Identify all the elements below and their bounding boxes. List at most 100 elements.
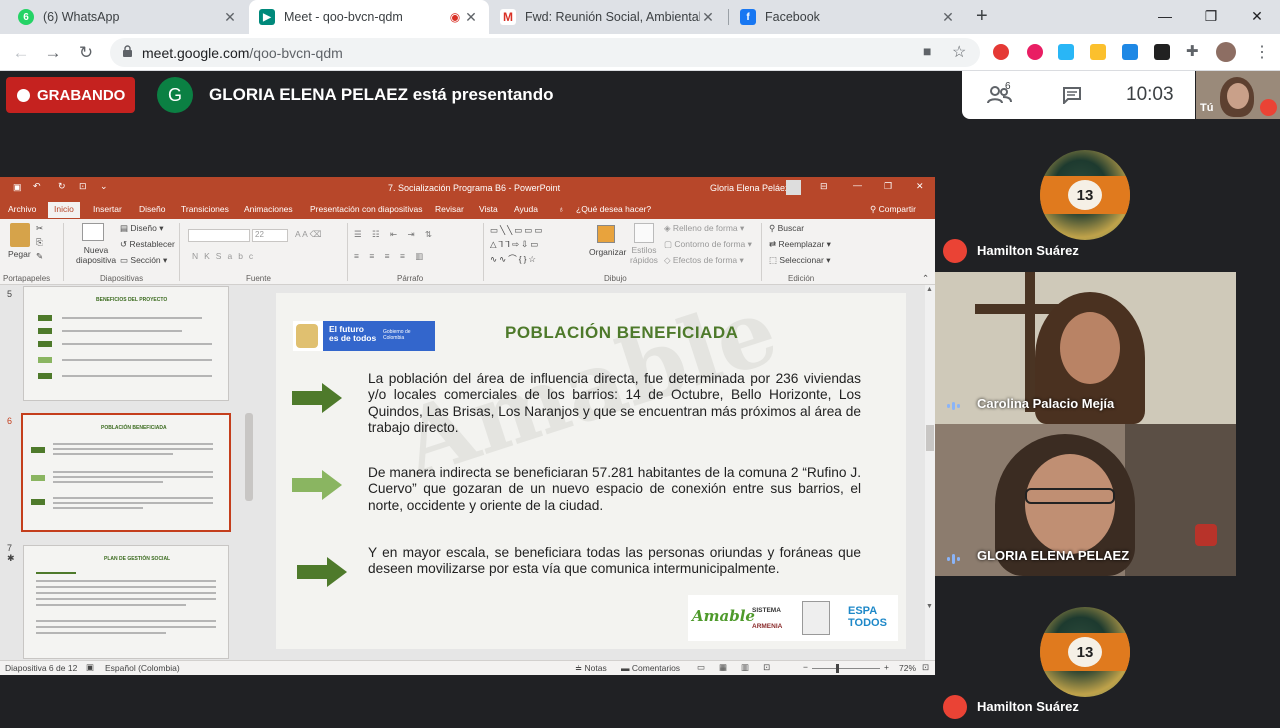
shapes-gallery-row3[interactable]: ∿∿⌒{}☆ — [490, 253, 538, 265]
participant-tile-4[interactable]: 13 Hamilton Suárez — [935, 576, 1236, 728]
copy-icon[interactable]: ⎘ — [36, 237, 43, 248]
camera-icon[interactable]: ■ — [923, 43, 931, 59]
undo-icon[interactable]: ↶ — [33, 181, 41, 192]
ribbon-tab-ayuda[interactable]: Ayuda — [514, 204, 538, 214]
customize-quick-access-icon[interactable]: ⌄ — [100, 181, 108, 192]
view-buttons[interactable]: ▭▦▥⊡ — [697, 662, 784, 673]
new-slide-button[interactable]: Nueva diapositiva — [76, 245, 116, 265]
scrollbar-thumb[interactable] — [926, 425, 934, 451]
section-button[interactable]: ▭ Sección ▾ — [120, 255, 167, 266]
close-icon[interactable]: ✕ — [463, 9, 479, 26]
reload-button[interactable]: ↻ — [73, 40, 99, 66]
arrange-icon[interactable] — [597, 225, 615, 243]
redo-icon[interactable]: ↻ — [58, 181, 66, 192]
self-video-tile[interactable]: Tú — [1196, 71, 1280, 119]
tell-me-box[interactable]: ¿Qué desea hacer? — [576, 204, 651, 214]
quick-styles-icon[interactable] — [634, 223, 654, 243]
thumbnails-scrollbar[interactable] — [243, 285, 257, 660]
share-button[interactable]: ⚲ Compartir — [870, 204, 916, 215]
font-style-buttons[interactable]: NKSabc — [192, 251, 259, 261]
minimize-button[interactable]: — — [1142, 0, 1188, 32]
comments-button[interactable]: ▬ Comentarios — [621, 663, 680, 673]
scroll-up-icon[interactable]: ▲ — [926, 286, 933, 293]
restore-button[interactable]: ❐ — [1188, 0, 1234, 32]
user-avatar-icon[interactable] — [786, 180, 801, 195]
zoom-in-icon[interactable]: + — [884, 662, 889, 672]
new-slide-icon[interactable] — [82, 223, 104, 241]
slide-paragraph-3[interactable]: Y en mayor escala, se beneficiara todas … — [368, 545, 861, 578]
shape-fill-button[interactable]: ◈ Relleno de forma ▾ — [664, 223, 744, 234]
slide-thumbnail-6[interactable]: POBLACIÓN BENEFICIADA — [21, 413, 231, 532]
new-tab-button[interactable]: + — [976, 5, 988, 28]
participant-tile-2[interactable]: Carolina Palacio Mejía — [935, 272, 1236, 424]
collapse-ribbon-icon[interactable]: ⌃ — [922, 273, 929, 284]
close-icon[interactable]: ✕ — [222, 9, 238, 26]
font-name-input[interactable] — [188, 229, 250, 242]
shape-outline-button[interactable]: ▢ Contorno de forma ▾ — [664, 239, 752, 250]
replace-button[interactable]: ⇄ Reemplazar ▾ — [769, 239, 831, 250]
shapes-gallery[interactable]: ▭╲╲▭▭▭ — [490, 225, 544, 236]
zoom-slider-thumb[interactable] — [836, 664, 839, 673]
tab-whatsapp[interactable]: 6 (6) WhatsApp ✕ — [8, 0, 248, 34]
shapes-gallery-row2[interactable]: △⅂⅂⇨⇩▭ — [490, 239, 540, 250]
tab-meet[interactable]: ▶ Meet - qoo-bvcn-qdm ◉ ✕ — [249, 0, 489, 34]
slide-paragraph-2[interactable]: De manera indirecta se beneficiaran 57.2… — [368, 465, 861, 514]
scroll-down-icon[interactable]: ▼ — [926, 603, 933, 610]
forward-button[interactable]: → — [40, 40, 66, 66]
participant-tile-1[interactable]: 13 Hamilton Suárez — [935, 119, 1236, 272]
close-window-button[interactable]: ✕ — [1234, 0, 1280, 32]
extension-icon[interactable] — [1090, 44, 1106, 60]
slide-thumbnail-5[interactable]: BENEFICIOS DEL PROYECTO — [23, 286, 229, 401]
spellcheck-icon[interactable]: ▣ — [86, 662, 94, 673]
tab-facebook[interactable]: f Facebook ✕ — [730, 0, 966, 34]
format-painter-icon[interactable]: ✎ — [36, 251, 43, 262]
alignment-buttons[interactable]: ≡ ≡ ≡ ≡ ▥ — [354, 251, 427, 262]
recording-badge[interactable]: GRABANDO — [6, 77, 135, 113]
find-button[interactable]: ⚲ Buscar — [769, 223, 804, 234]
ribbon-tab-archivo[interactable]: Archivo — [8, 204, 36, 214]
extension-icon[interactable] — [1154, 44, 1170, 60]
notes-button[interactable]: ≐ Notas — [575, 663, 607, 674]
slide-thumbnail-7[interactable]: PLAN DE GESTIÓN SOCIAL — [23, 545, 229, 659]
extension-icon[interactable] — [993, 44, 1009, 60]
puzzle-icon[interactable]: ✚ — [1186, 42, 1199, 60]
bookmark-star-icon[interactable]: ☆ — [952, 42, 966, 62]
paste-icon[interactable] — [10, 223, 30, 247]
chat-icon[interactable] — [1062, 86, 1082, 104]
close-icon[interactable]: ✕ — [916, 181, 924, 192]
ribbon-tab-transiciones[interactable]: Transiciones — [181, 204, 229, 214]
start-slideshow-icon[interactable]: ⊡ — [79, 181, 87, 192]
arrange-button[interactable]: Organizar — [589, 247, 626, 257]
cut-icon[interactable]: ✂ — [36, 223, 43, 234]
ribbon-tab-animaciones[interactable]: Animaciones — [244, 204, 293, 214]
ribbon-tab-presentacion[interactable]: Presentación con diapositivas — [310, 204, 422, 214]
canvas-scrollbar[interactable]: ▲ ▼ — [925, 285, 935, 660]
select-button[interactable]: ⬚ Seleccionar ▾ — [769, 255, 830, 266]
ribbon-tab-inicio[interactable]: Inicio — [48, 202, 80, 218]
extension-icon[interactable] — [1122, 44, 1138, 60]
zoom-out-icon[interactable]: − — [803, 662, 808, 672]
zoom-level[interactable]: 72% — [899, 663, 916, 673]
zoom-slider[interactable] — [812, 668, 880, 669]
tab-gmail[interactable]: M Fwd: Reunión Social, Ambiental, I ✕ — [490, 0, 726, 34]
ribbon-tab-insertar[interactable]: Insertar — [93, 204, 122, 214]
extension-icon[interactable] — [1027, 44, 1043, 60]
close-icon[interactable]: ✕ — [940, 9, 956, 26]
ribbon-display-icon[interactable]: ⊟ — [820, 181, 828, 192]
quick-styles-button[interactable]: Estilos rápidos — [627, 245, 661, 265]
participant-tile-3[interactable]: GLORIA ELENA PELAEZ — [935, 424, 1236, 576]
minimize-icon[interactable]: — — [853, 180, 862, 190]
scrollbar-thumb[interactable] — [245, 413, 253, 501]
grow-font-icon[interactable]: A A ⌫ — [295, 229, 322, 240]
paste-button[interactable]: Pegar — [8, 249, 31, 259]
layout-button[interactable]: ▤ Diseño ▾ — [120, 223, 164, 234]
menu-icon[interactable]: ⋮ — [1254, 42, 1270, 62]
avatar[interactable] — [1216, 42, 1236, 62]
current-slide[interactable]: Amable El futuro es de todos Gobierno de… — [276, 293, 906, 649]
ribbon-tab-vista[interactable]: Vista — [479, 204, 498, 214]
maximize-icon[interactable]: ❐ — [884, 181, 892, 192]
ribbon-tab-diseno[interactable]: Diseño — [139, 204, 165, 214]
list-buttons[interactable]: ☰ ☷ ⇤ ⇥ ⇅ — [354, 229, 436, 240]
extension-icon[interactable] — [1058, 44, 1074, 60]
back-button[interactable]: ← — [8, 40, 34, 66]
